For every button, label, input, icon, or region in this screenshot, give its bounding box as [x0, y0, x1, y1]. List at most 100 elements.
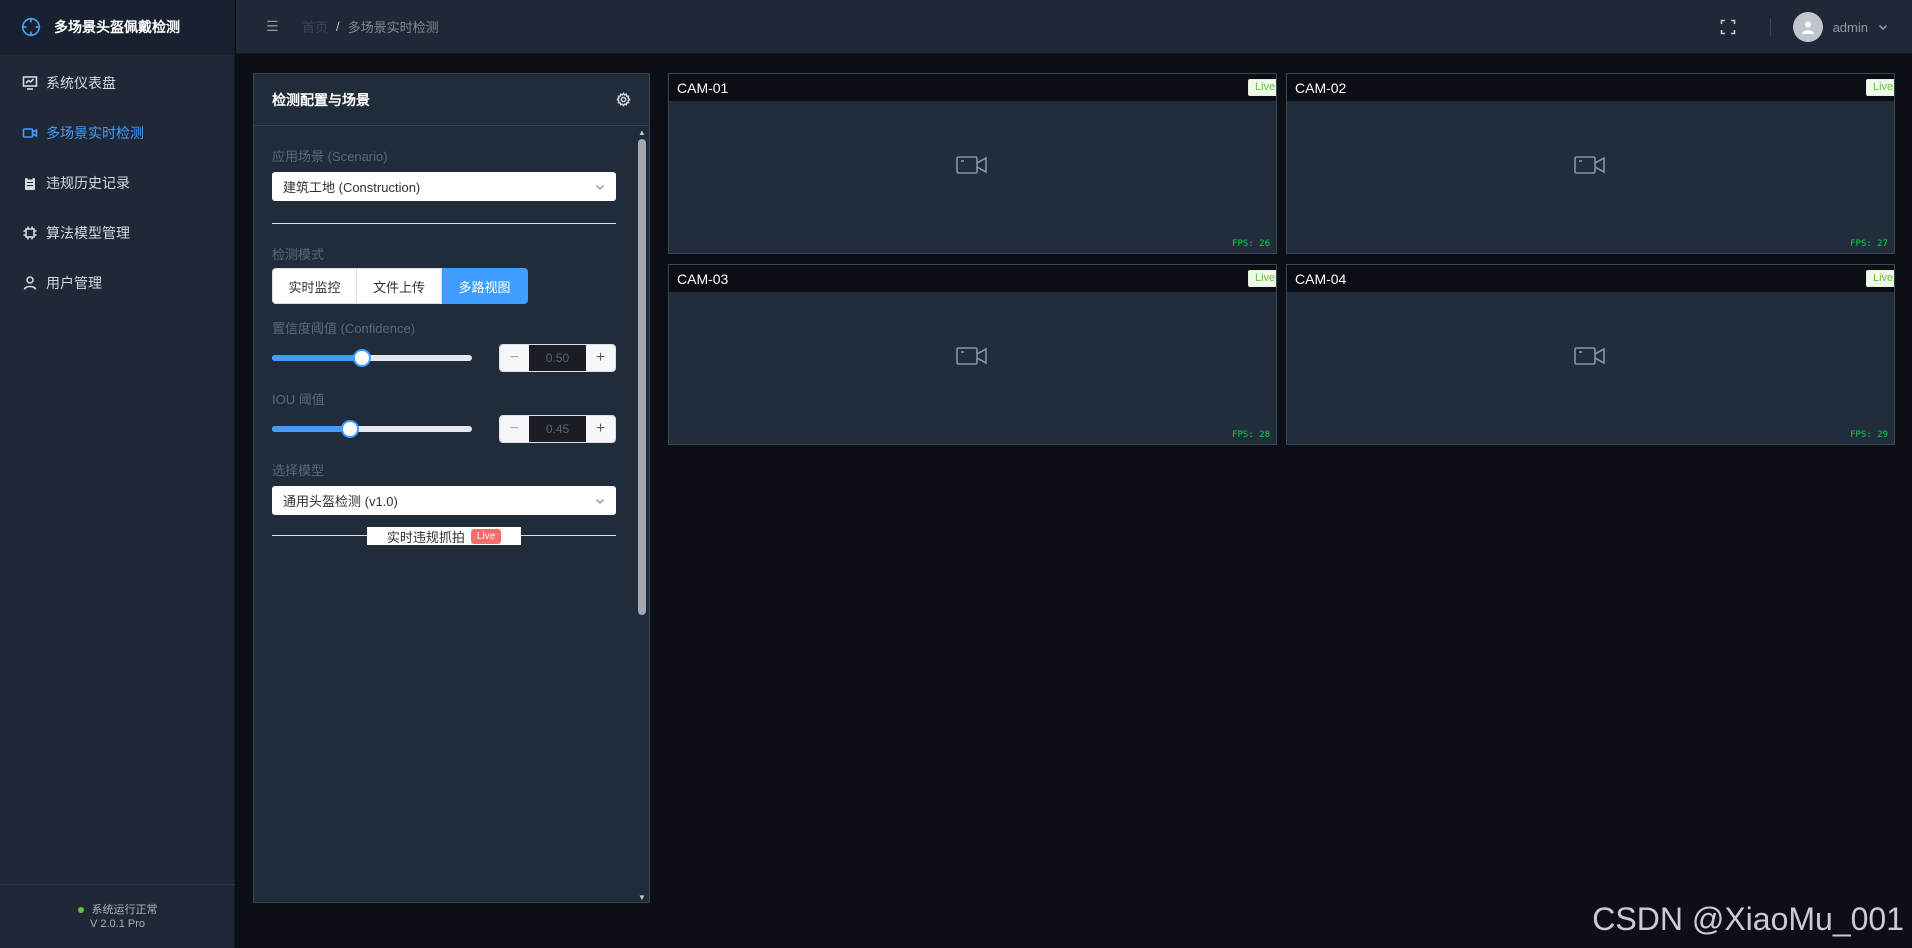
- system-status: 系统运行正常 V 2.0.1 Pro: [0, 884, 235, 948]
- video-camera-icon: [22, 128, 38, 138]
- panel-title: 检测配置与场景: [272, 91, 370, 108]
- sidebar: 多场景头盔佩戴检测 系统仪表盘 多场景实时检测 违规历史记录 算法模型管理 用户…: [0, 0, 235, 948]
- menu-toggle-icon[interactable]: ☰: [266, 18, 282, 35]
- panel-body: 应用场景 (Scenario) 建筑工地 (Construction) 检测模式…: [254, 146, 634, 545]
- camera-tile-1[interactable]: CAM-01 Live FPS: 26: [668, 73, 1277, 254]
- panel-header: 检测配置与场景: [254, 74, 649, 126]
- mode-multi-view-button[interactable]: 多路视图: [442, 268, 528, 304]
- iou-label: IOU 阈值: [272, 392, 325, 407]
- model-select[interactable]: 通用头盔检测 (v1.0): [272, 486, 616, 515]
- model-value: 通用头盔检测 (v1.0): [283, 494, 398, 509]
- sidebar-item-violation-history[interactable]: 违规历史记录: [0, 158, 234, 208]
- video-camera-icon: [1574, 156, 1605, 174]
- video-camera-icon: [956, 347, 987, 365]
- username[interactable]: admin: [1833, 20, 1868, 35]
- live-badge: Live: [1866, 79, 1894, 96]
- capture-divider: 实时违规抓拍 Live: [272, 527, 616, 545]
- camera-header: CAM-03 Live: [669, 265, 1276, 292]
- live-badge: Live: [1248, 270, 1276, 287]
- capture-heading: 实时违规抓拍 Live: [367, 527, 521, 545]
- confidence-slider-fill: [272, 355, 362, 361]
- breadcrumb-current: 多场景实时检测: [347, 20, 439, 35]
- mode-realtime-button[interactable]: 实时监控: [272, 268, 357, 304]
- clipboard-icon: [25, 176, 35, 190]
- scenario-select[interactable]: 建筑工地 (Construction): [272, 172, 616, 201]
- scenario-label: 应用场景 (Scenario): [272, 149, 388, 164]
- iou-slider[interactable]: [272, 420, 472, 438]
- panel-scrollbar[interactable]: ▲ ▼: [637, 127, 647, 902]
- sidebar-item-label: 违规历史记录: [46, 175, 130, 191]
- video-camera-icon: [1574, 347, 1605, 365]
- live-badge: Live: [1866, 270, 1894, 287]
- video-camera-icon: [956, 156, 987, 174]
- confidence-decrement-button[interactable]: −: [500, 345, 529, 371]
- confidence-row: − 0.50 +: [272, 344, 616, 372]
- app-logo[interactable]: 多场景头盔佩戴检测: [0, 0, 234, 54]
- confidence-input[interactable]: 0.50: [529, 345, 586, 371]
- mode-file-upload-button[interactable]: 文件上传: [357, 268, 442, 304]
- confidence-increment-button[interactable]: +: [586, 345, 615, 371]
- camera-name: CAM-02: [1295, 79, 1347, 96]
- model-label: 选择模型: [272, 463, 325, 478]
- dashboard-icon: [22, 76, 38, 90]
- scroll-down-icon[interactable]: ▼: [637, 892, 647, 902]
- gear-icon[interactable]: [616, 92, 631, 107]
- chevron-down-icon: [596, 498, 604, 504]
- sidebar-item-user-management[interactable]: 用户管理: [0, 258, 234, 308]
- breadcrumb: 首页 / 多场景实时检测: [302, 17, 439, 36]
- status-text: 系统运行正常: [91, 903, 158, 916]
- capture-label: 实时违规抓拍: [386, 529, 465, 545]
- camera-name: CAM-01: [677, 79, 729, 96]
- chevron-down-icon[interactable]: [1878, 22, 1888, 32]
- camera-tile-3[interactable]: CAM-03 Live FPS: 28: [668, 264, 1277, 445]
- sidebar-item-label: 算法模型管理: [46, 225, 130, 241]
- scrollbar-thumb[interactable]: [638, 139, 646, 615]
- iou-slider-fill: [272, 426, 350, 432]
- breadcrumb-separator: /: [336, 19, 340, 34]
- camera-name: CAM-04: [1295, 270, 1347, 287]
- breadcrumb-home[interactable]: 首页: [302, 17, 328, 36]
- status-dot-icon: [77, 906, 84, 913]
- avatar[interactable]: [1792, 12, 1823, 42]
- live-badge: Live: [1248, 79, 1276, 96]
- confidence-slider[interactable]: [272, 349, 472, 367]
- camera-name: CAM-03: [677, 270, 729, 287]
- crosshair-logo-icon: [21, 17, 41, 36]
- confidence-label: 置信度阈值 (Confidence): [272, 321, 416, 336]
- mode-toggle-group: 实时监控 文件上传 多路视图: [272, 268, 528, 304]
- confidence-slider-handle[interactable]: [353, 349, 371, 367]
- iou-input[interactable]: 0.45: [529, 416, 586, 442]
- sidebar-item-model-management[interactable]: 算法模型管理: [0, 208, 234, 258]
- sidebar-item-realtime-detection[interactable]: 多场景实时检测: [0, 108, 234, 158]
- iou-decrement-button[interactable]: −: [500, 416, 529, 442]
- camera-header: CAM-04 Live: [1287, 265, 1894, 292]
- scenario-value: 建筑工地 (Construction): [283, 180, 421, 195]
- sidebar-item-label: 多场景实时检测: [46, 125, 144, 141]
- fps-counter: FPS: 26: [1232, 239, 1270, 249]
- sidebar-item-dashboard[interactable]: 系统仪表盘: [0, 58, 234, 108]
- user-icon: [23, 276, 37, 290]
- scroll-up-icon[interactable]: ▲: [637, 127, 647, 137]
- camera-tile-2[interactable]: CAM-02 Live FPS: 27: [1286, 73, 1895, 254]
- camera-header: CAM-01 Live: [669, 74, 1276, 101]
- fps-counter: FPS: 29: [1850, 430, 1888, 440]
- mode-label: 检测模式: [272, 247, 325, 262]
- iou-slider-handle[interactable]: [341, 420, 359, 438]
- sidebar-menu: 系统仪表盘 多场景实时检测 违规历史记录 算法模型管理 用户管理: [0, 54, 234, 308]
- header-divider: [1769, 18, 1771, 36]
- watermark: CSDN @XiaoMu_001: [1592, 901, 1904, 937]
- live-badge: Live: [470, 528, 502, 544]
- fullscreen-icon[interactable]: [1720, 19, 1736, 35]
- sidebar-item-label: 系统仪表盘: [46, 75, 116, 91]
- iou-stepper: − 0.45 +: [499, 415, 616, 443]
- sidebar-item-label: 用户管理: [46, 275, 102, 291]
- app-title: 多场景头盔佩戴检测: [54, 18, 180, 35]
- header-actions: admin: [1720, 0, 1912, 54]
- section-divider: [272, 223, 616, 224]
- iou-increment-button[interactable]: +: [586, 416, 615, 442]
- chevron-down-icon: [596, 184, 604, 190]
- fps-counter: FPS: 28: [1232, 430, 1270, 440]
- version-text: V 2.0.1 Pro: [89, 917, 146, 930]
- camera-header: CAM-02 Live: [1287, 74, 1894, 101]
- camera-tile-4[interactable]: CAM-04 Live FPS: 29: [1286, 264, 1895, 445]
